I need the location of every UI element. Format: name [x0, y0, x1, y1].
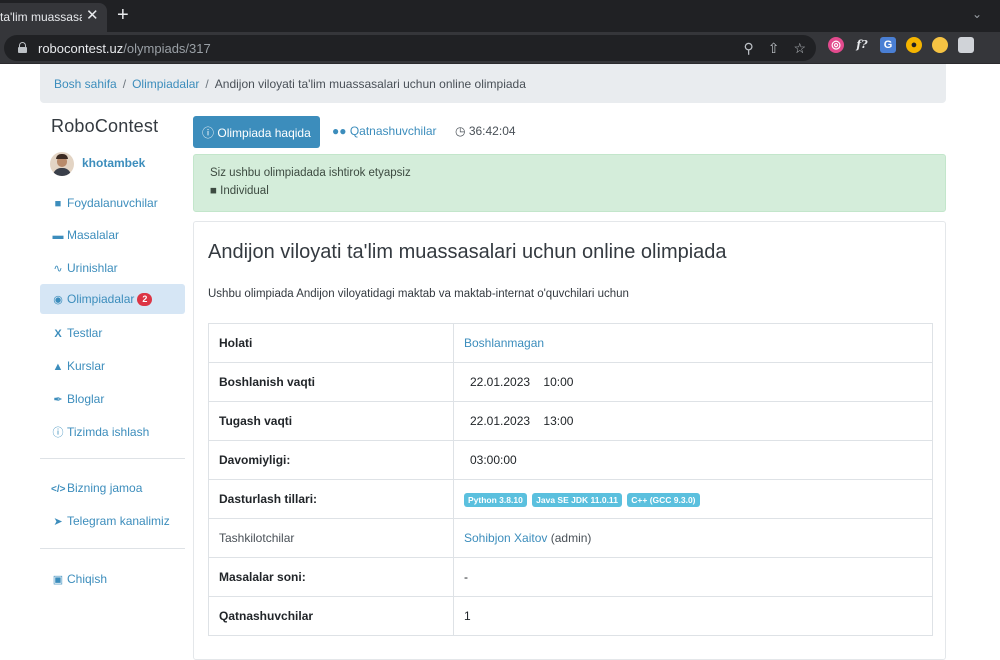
- brand-logo[interactable]: RoboContest: [51, 116, 158, 137]
- olympiad-card: Andijon viloyati ta'lim muassasalari uch…: [193, 221, 946, 660]
- organizer-role: (admin): [550, 531, 592, 545]
- logout-link[interactable]: ▣ Chiqish: [40, 564, 185, 594]
- graduation-cap-icon: ▲: [52, 361, 64, 373]
- users-icon: ●●: [332, 124, 347, 138]
- star-icon[interactable]: ☆: [793, 39, 806, 57]
- table-row: Tugash vaqti 22.01.2023 13:00: [208, 401, 933, 441]
- clock-icon: ◷: [455, 124, 466, 138]
- browser-tab[interactable]: ta'lim muassasalari ✕: [0, 3, 107, 32]
- new-tab-icon[interactable]: +: [117, 4, 129, 26]
- profile-avatar-icon[interactable]: [958, 37, 974, 53]
- table-row: Boshlanish vaqti 22.01.2023 10:00: [208, 362, 933, 402]
- status-label: Holati: [208, 323, 454, 363]
- table-row: Tashkilotchilar Sohibjon Xaitov (admin): [208, 518, 933, 558]
- sidebar-item-team[interactable]: </> Bizning jamoa: [40, 473, 185, 503]
- participation-alert: Siz ushbu olimpiadada ishtirok etyapsiz …: [193, 154, 946, 212]
- languages-value: Python 3.8.10 Java SE JDK 11.0.11 C++ (G…: [453, 479, 933, 519]
- extension-yellow-icon[interactable]: [932, 37, 948, 53]
- language-badge: Python 3.8.10: [464, 492, 527, 507]
- sidebar-item-help[interactable]: ⓘ Tizimda ishlash: [40, 416, 185, 446]
- problems-count-label: Masalalar soni:: [208, 557, 454, 597]
- zoom-icon[interactable]: ⚲: [743, 39, 753, 57]
- info-icon: ⓘ: [202, 126, 215, 140]
- sidebar-item-attempts[interactable]: ∿ Urinishlar: [40, 253, 185, 283]
- user-icon: ■: [210, 185, 217, 197]
- sidebar-divider: [40, 458, 185, 459]
- browser-tab-title: ta'lim muassasalari: [0, 10, 82, 24]
- participants-value: 1: [453, 596, 933, 636]
- organizers-label: Tashkilotchilar: [208, 518, 454, 558]
- participants-label: Qatnashuvchilar: [208, 596, 454, 636]
- medal-icon: ◉: [53, 294, 63, 306]
- lock-icon[interactable]: [18, 42, 27, 53]
- sidebar-item-blogs[interactable]: ✒ Bloglar: [40, 384, 185, 414]
- avatar: [50, 152, 74, 176]
- table-row: Masalalar soni: -: [208, 557, 933, 597]
- page-title: Andijon viloyati ta'lim muassasalari uch…: [208, 241, 727, 263]
- table-row: Qatnashuvchilar 1: [208, 596, 933, 636]
- language-badge: C++ (GCC 9.3.0): [627, 492, 700, 507]
- start-time-value: 22.01.2023 10:00: [453, 362, 933, 402]
- chevron-down-icon[interactable]: ⌄: [972, 7, 982, 21]
- info-icon: ⓘ: [52, 427, 64, 439]
- extension-target-icon[interactable]: ◎: [828, 37, 844, 53]
- table-row: Dasturlash tillari: Python 3.8.10 Java S…: [208, 479, 933, 519]
- sidebar-item-users[interactable]: ■ Foydalanuvchilar: [40, 188, 185, 218]
- problems-count-value: -: [453, 557, 933, 597]
- lock-icon: ▣: [52, 574, 64, 586]
- username[interactable]: khotambek: [82, 156, 145, 170]
- end-time-value: 22.01.2023 13:00: [453, 401, 933, 441]
- olympiad-info-table: Holati Boshlanmagan Boshlanish vaqti 22.…: [208, 323, 933, 636]
- browser-toolbar: robocontest.uz/olympiads/317 ⚲ ⇧ ☆ ◎ f? …: [0, 32, 1000, 64]
- duration-label: Davomiyligi:: [208, 440, 454, 480]
- breadcrumb-current: Andijon viloyati ta'lim muassasalari uch…: [214, 77, 526, 91]
- end-time-label: Tugash vaqti: [208, 401, 454, 441]
- tab-about[interactable]: ⓘ Olimpiada haqida: [193, 116, 320, 148]
- share-icon[interactable]: ⇧: [768, 39, 780, 57]
- sidebar-divider: [40, 548, 185, 549]
- duration-value: 03:00:00: [453, 440, 933, 480]
- olympiads-count-badge: 2: [137, 293, 153, 306]
- table-row: Holati Boshlanmagan: [208, 323, 933, 363]
- languages-label: Dasturlash tillari:: [208, 479, 454, 519]
- sidebar-item-problems[interactable]: ▬ Masalalar: [40, 220, 185, 250]
- extension-clock-icon[interactable]: ●: [906, 37, 922, 53]
- countdown-timer: ◷ 36:42:04: [455, 124, 516, 138]
- feather-icon: ✒: [53, 394, 63, 406]
- book-icon: ▬: [52, 230, 64, 242]
- breadcrumb: Bosh sahifa / Olimpiadalar / Andijon viloyat…: [40, 64, 946, 103]
- subscript-icon: X: [54, 328, 62, 340]
- organizers-value: Sohibjon Xaitov (admin): [453, 518, 933, 558]
- close-icon[interactable]: ✕: [86, 7, 99, 25]
- olympiad-description: Ushbu olimpiada Andijon viloyatidagi mak…: [208, 288, 629, 300]
- start-time-label: Boshlanish vaqti: [208, 362, 454, 402]
- alert-mode: ■ Individual: [210, 185, 269, 197]
- extensions-area: ◎ f? G ●: [828, 37, 974, 53]
- sidebar-item-telegram[interactable]: ➤ Telegram kanalimiz: [40, 506, 185, 536]
- sidebar-item-tests[interactable]: X Testlar: [40, 318, 185, 348]
- table-row: Davomiyligi: 03:00:00: [208, 440, 933, 480]
- pulse-icon: ∿: [53, 263, 63, 275]
- sidebar-item-olympiads[interactable]: ◉ Olimpiadalar 2: [40, 284, 185, 314]
- telegram-icon: ➤: [53, 516, 63, 528]
- sidebar-item-courses[interactable]: ▲ Kurslar: [40, 351, 185, 381]
- code-icon: </>: [51, 484, 66, 495]
- browser-tab-bar: ta'lim muassasalari ✕ + ⌄: [0, 0, 1000, 32]
- breadcrumb-home-link[interactable]: Bosh sahifa: [54, 77, 117, 91]
- url-text[interactable]: robocontest.uz/olympiads/317: [38, 41, 211, 56]
- extension-formula-icon[interactable]: f?: [854, 37, 870, 53]
- breadcrumb-olympiads-link[interactable]: Olimpiadalar: [132, 77, 199, 91]
- address-bar[interactable]: robocontest.uz/olympiads/317 ⚲ ⇧ ☆: [4, 35, 816, 61]
- tab-participants[interactable]: ●● Qatnashuvchilar: [323, 116, 446, 148]
- user-icon: ■: [54, 198, 62, 210]
- alert-message: Siz ushbu olimpiadada ishtirok etyapsiz: [210, 167, 411, 179]
- organizer-link[interactable]: Sohibjon Xaitov: [464, 531, 547, 545]
- extension-translate-icon[interactable]: G: [880, 37, 896, 53]
- language-badge: Java SE JDK 11.0.11: [532, 492, 622, 507]
- status-value: Boshlanmagan: [453, 323, 933, 363]
